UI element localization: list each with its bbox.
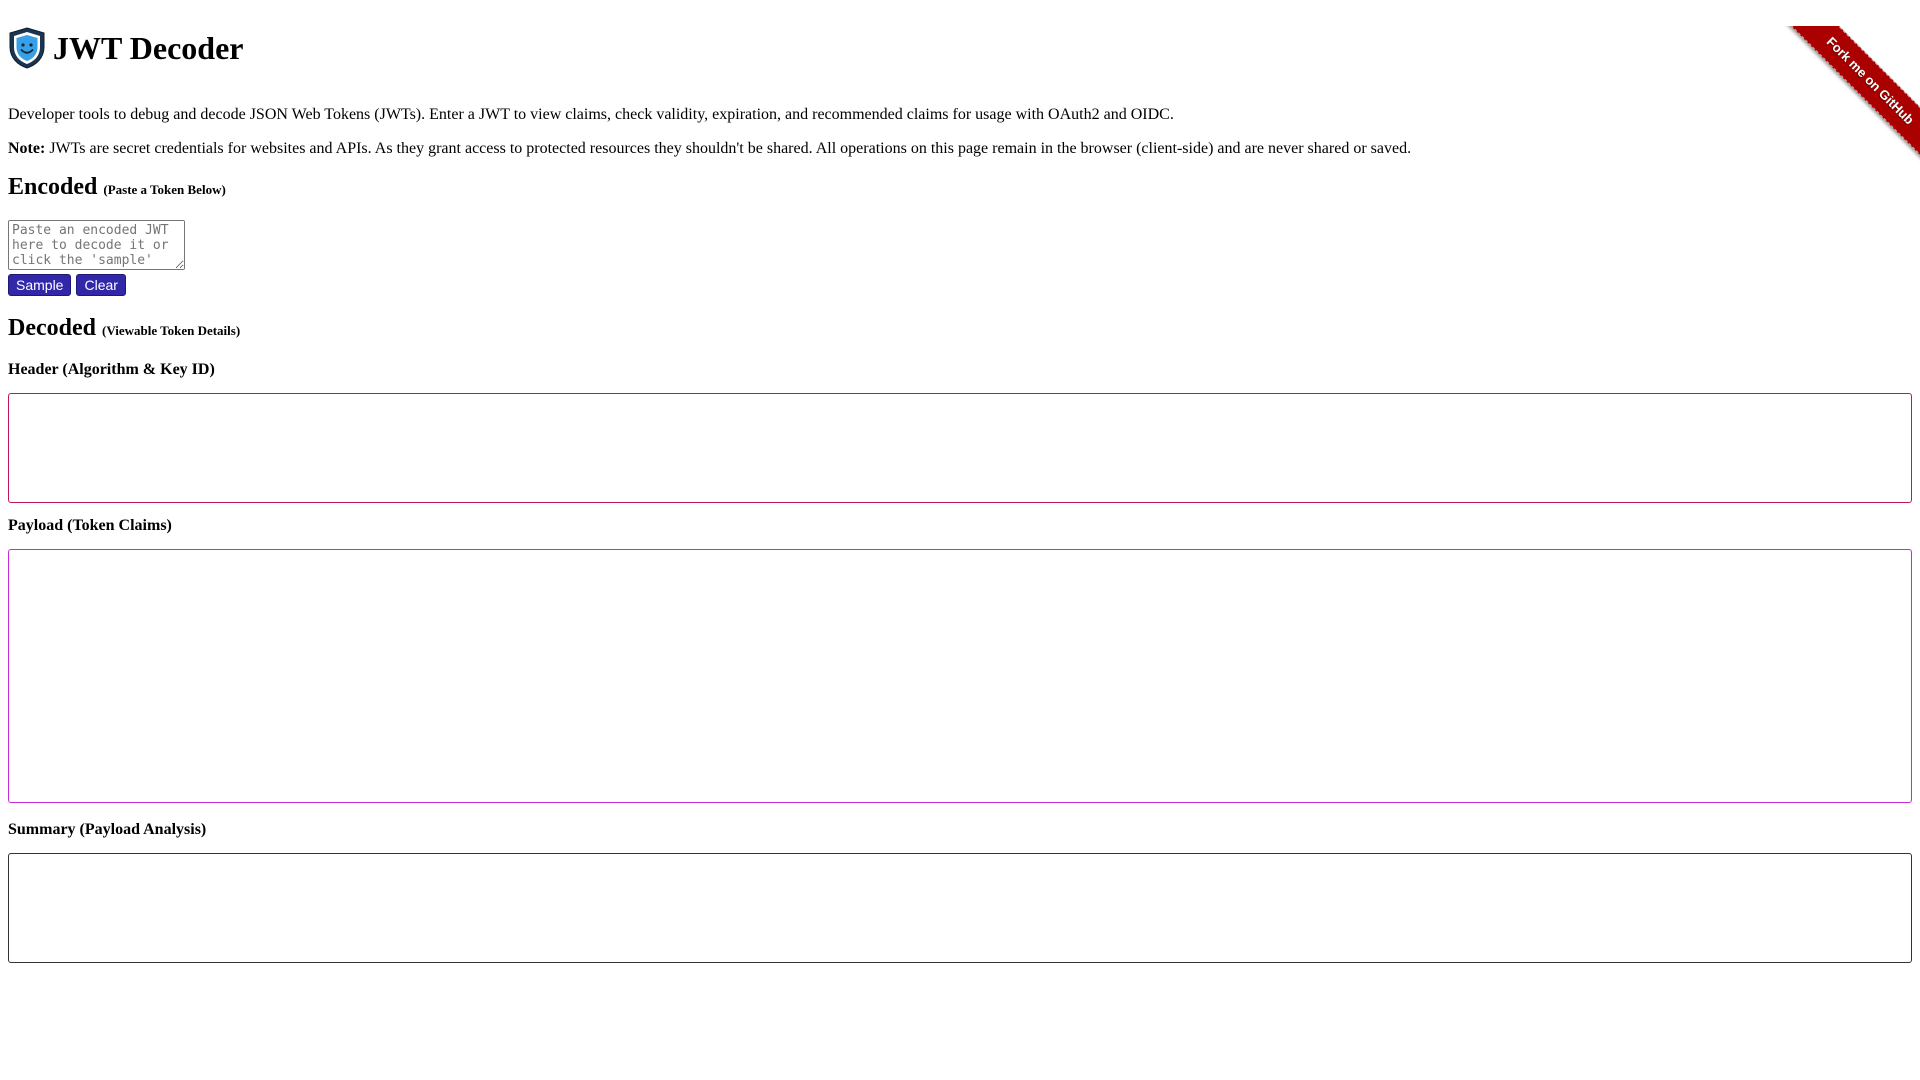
github-ribbon: Fork me on GitHub <box>1770 26 1920 176</box>
page-title: JWT Decoder <box>53 30 244 66</box>
payload-output[interactable] <box>8 549 1912 803</box>
intro-text: Developer tools to debug and decode JSON… <box>8 106 1174 123</box>
decoded-heading-title: Decoded <box>8 315 96 341</box>
encoded-jwt-input[interactable] <box>8 220 185 270</box>
clear-button[interactable]: Clear <box>76 274 126 296</box>
note-text: Note: JWTs are secret credentials for we… <box>8 139 1912 159</box>
header-output[interactable] <box>8 393 1912 503</box>
note-body: JWTs are secret credentials for websites… <box>45 140 1412 157</box>
page: Fork me on GitHub JWT Decoder Developer … <box>0 26 1920 1080</box>
sample-button[interactable]: Sample <box>8 274 72 296</box>
shield-smile-icon <box>8 27 46 69</box>
encoded-actions: Sample Clear <box>8 274 1912 296</box>
decoded-heading: Decoded (Viewable Token Details) <box>8 312 1912 347</box>
fork-on-github-link[interactable]: Fork me on GitHub <box>1788 26 1920 163</box>
title-row: JWT Decoder <box>8 26 1912 70</box>
summary-label: Summary (Payload Analysis) <box>8 821 207 838</box>
encoded-heading: Encoded (Paste a Token Below) <box>8 171 1912 206</box>
payload-label: Payload (Token Claims) <box>8 517 172 534</box>
header-label: Header (Algorithm & Key ID) <box>8 361 215 378</box>
summary-output[interactable] <box>8 853 1912 963</box>
encoded-heading-sub: (Paste a Token Below) <box>103 182 226 197</box>
github-ribbon-band: Fork me on GitHub <box>1787 26 1920 164</box>
note-label: Note: <box>8 140 46 157</box>
decoded-heading-sub: (Viewable Token Details) <box>101 323 241 338</box>
encoded-heading-title: Encoded <box>8 174 98 200</box>
